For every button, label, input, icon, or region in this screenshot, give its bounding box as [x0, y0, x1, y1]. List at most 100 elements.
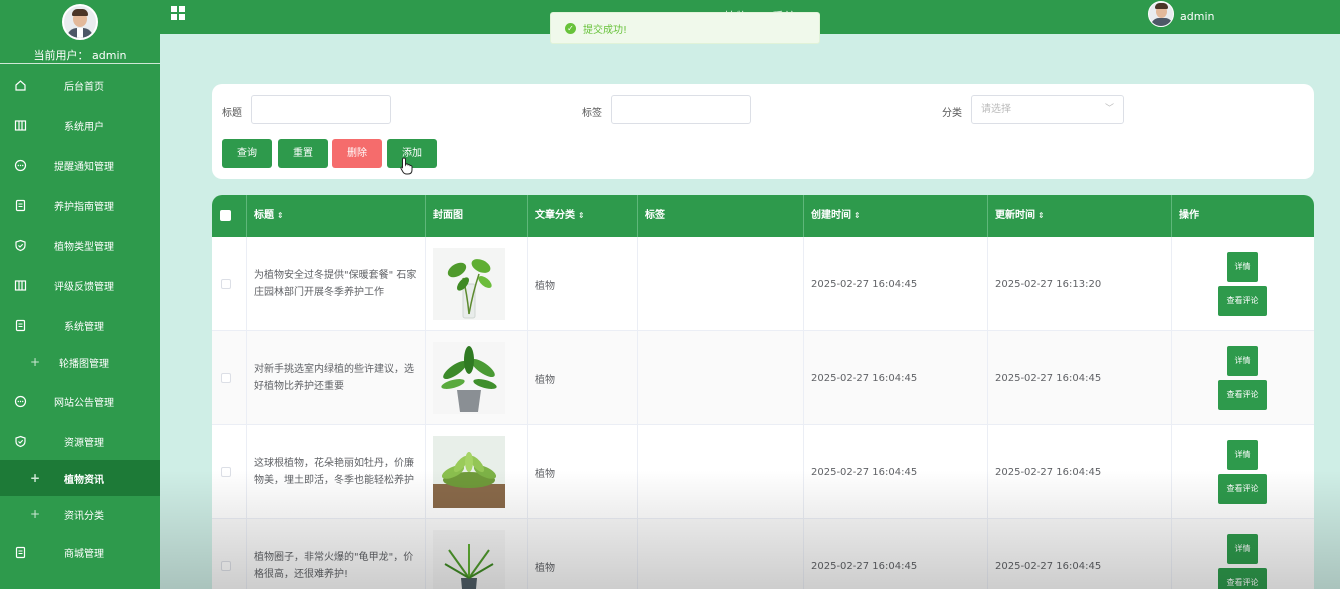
sidebar-item-label: 植物类型管理 — [54, 241, 114, 253]
category-label: 分类 — [942, 108, 962, 119]
updated-cell: 2025-02-27 16:04:45 — [988, 331, 1172, 425]
sort-icon[interactable]: ⇕ — [854, 211, 861, 220]
sidebar-item-label: 系统管理 — [64, 321, 104, 333]
row-select-cell — [212, 519, 247, 589]
query-button[interactable]: 查询 — [222, 139, 272, 168]
sidebar-item-news-categories[interactable]: + 资讯分类 — [0, 496, 160, 532]
sidebar-item-label: 商城管理 — [64, 548, 104, 560]
table-row: 这球根植物，花朵艳丽如牡丹，价廉物美，埋土即活，冬季也能轻松养护 植物 2025… — [212, 425, 1314, 519]
sidebar-item-announcements[interactable]: 网站公告管理 — [0, 381, 160, 421]
reset-button[interactable]: 重置 — [278, 139, 328, 168]
cover-image[interactable] — [433, 530, 505, 589]
tag-cell — [638, 331, 804, 425]
sidebar-item-plant-types[interactable]: 植物类型管理 — [0, 225, 160, 265]
actions-cell: 详情 查看评论 — [1172, 519, 1314, 589]
column-header-created[interactable]: 创建时间 ⇕ — [804, 195, 988, 237]
category-cell: 植物 — [528, 331, 638, 425]
title-cell: 为植物安全过冬提供"保暖套餐" 石家庄园林部门开展冬季养护工作 — [247, 237, 426, 331]
created-cell: 2025-02-27 16:04:45 — [804, 519, 988, 589]
cover-image[interactable] — [433, 436, 505, 508]
category-cell: 植物 — [528, 237, 638, 331]
title-input[interactable] — [251, 95, 391, 124]
sidebar-item-system[interactable]: 系统管理 — [0, 305, 160, 345]
tag-cell — [638, 425, 804, 519]
sidebar-header: 当前用户： admin — [0, 0, 160, 64]
row-checkbox[interactable] — [221, 561, 231, 571]
title-cell: 这球根植物，花朵艳丽如牡丹，价廉物美，埋土即活，冬季也能轻松养护 — [247, 425, 426, 519]
select-all-cell — [212, 195, 247, 237]
chevron-down-icon: ﹀ — [1104, 104, 1114, 114]
select-all-checkbox[interactable] — [220, 210, 231, 221]
row-checkbox[interactable] — [221, 373, 231, 383]
view-comments-button[interactable]: 查看评论 — [1218, 568, 1267, 589]
sidebar-item-plant-news[interactable]: + 植物资讯 — [0, 460, 160, 496]
row-checkbox[interactable] — [221, 467, 231, 477]
category-placeholder: 请选择 — [981, 104, 1011, 115]
sidebar-item-label: 评级反馈管理 — [54, 281, 114, 293]
table-row: 植物圈子，非常火爆的"龟甲龙"，价格很高，还很难养护! 植物 2025-02-2… — [212, 519, 1314, 589]
created-cell: 2025-02-27 16:04:45 — [804, 331, 988, 425]
sort-icon[interactable]: ⇕ — [277, 211, 284, 220]
cover-image[interactable] — [433, 248, 505, 320]
avatar[interactable] — [1148, 1, 1174, 27]
view-comments-button[interactable]: 查看评论 — [1218, 286, 1267, 316]
top-username[interactable]: admin — [1180, 10, 1214, 23]
search-panel: 标题 标签 分类 请选择 ﹀ 查询 重置 删除 添加 — [212, 84, 1314, 179]
sidebar-item-home[interactable]: 后台首页 — [0, 65, 160, 105]
hand-cursor-icon — [400, 157, 413, 175]
tag-cell — [638, 237, 804, 331]
title-label: 标题 — [222, 108, 242, 119]
menu-grid-icon[interactable] — [171, 6, 185, 20]
updated-cell: 2025-02-27 16:13:20 — [988, 237, 1172, 331]
detail-button[interactable]: 详情 — [1227, 534, 1258, 564]
sidebar-item-care-guides[interactable]: 养护指南管理 — [0, 185, 160, 225]
sidebar-item-label: 后台首页 — [64, 81, 104, 93]
view-comments-button[interactable]: 查看评论 — [1218, 380, 1267, 410]
tag-cell — [638, 519, 804, 589]
sidebar-item-shop[interactable]: 商城管理 — [0, 532, 160, 572]
sidebar-item-label: 资源管理 — [64, 437, 104, 449]
sidebar-item-label: 网站公告管理 — [54, 397, 114, 409]
column-header-updated[interactable]: 更新时间 ⇕ — [988, 195, 1172, 237]
table-header: 标题 ⇕ 封面图 文章分类 ⇕ 标签 创建时间 ⇕ 更新时间 ⇕ 操作 — [212, 195, 1314, 237]
cover-image[interactable] — [433, 342, 505, 414]
sidebar-item-users[interactable]: 系统用户 — [0, 105, 160, 145]
current-user-label: 当前用户： admin — [33, 49, 127, 62]
column-header-category[interactable]: 文章分类 ⇕ — [528, 195, 638, 237]
row-select-cell — [212, 237, 247, 331]
view-comments-button[interactable]: 查看评论 — [1218, 474, 1267, 504]
tag-label: 标签 — [582, 108, 602, 119]
created-cell: 2025-02-27 16:04:45 — [804, 237, 988, 331]
row-checkbox[interactable] — [221, 279, 231, 289]
sidebar-item-feedback[interactable]: 评级反馈管理 — [0, 265, 160, 305]
category-select[interactable]: 请选择 ﹀ — [971, 95, 1124, 124]
sidebar: 当前用户： admin 后台首页 系统用户 提醒通知管理 养护指南管理 植物类型… — [0, 0, 160, 589]
table-row: 对新手挑选室内绿植的些许建议，选好植物比养护还重要 植物 2025-02-27 … — [212, 331, 1314, 425]
delete-button[interactable]: 删除 — [332, 139, 382, 168]
detail-button[interactable]: 详情 — [1227, 252, 1258, 282]
cover-cell — [426, 237, 528, 331]
sort-icon[interactable]: ⇕ — [578, 211, 585, 220]
row-select-cell — [212, 331, 247, 425]
detail-button[interactable]: 详情 — [1227, 440, 1258, 470]
actions-cell: 详情 查看评论 — [1172, 425, 1314, 519]
check-circle-icon: ✓ — [565, 22, 576, 34]
actions-cell: 详情 查看评论 — [1172, 331, 1314, 425]
cover-cell — [426, 425, 528, 519]
cover-cell — [426, 331, 528, 425]
sort-icon[interactable]: ⇕ — [1038, 211, 1045, 220]
sidebar-item-carousel[interactable]: + 轮播图管理 — [0, 343, 160, 381]
tag-input[interactable] — [611, 95, 751, 124]
success-toast: ✓ 提交成功! — [550, 12, 820, 44]
category-cell: 植物 — [528, 425, 638, 519]
toast-message: 提交成功! — [583, 24, 628, 36]
column-header-tag: 标签 — [638, 195, 804, 237]
updated-cell: 2025-02-27 16:04:45 — [988, 519, 1172, 589]
sidebar-item-resources[interactable]: 资源管理 — [0, 421, 160, 461]
sidebar-item-label: 轮播图管理 — [59, 358, 109, 370]
detail-button[interactable]: 详情 — [1227, 346, 1258, 376]
category-cell: 植物 — [528, 519, 638, 589]
sidebar-item-notifications[interactable]: 提醒通知管理 — [0, 145, 160, 185]
column-header-title[interactable]: 标题 ⇕ — [247, 195, 426, 237]
created-cell: 2025-02-27 16:04:45 — [804, 425, 988, 519]
